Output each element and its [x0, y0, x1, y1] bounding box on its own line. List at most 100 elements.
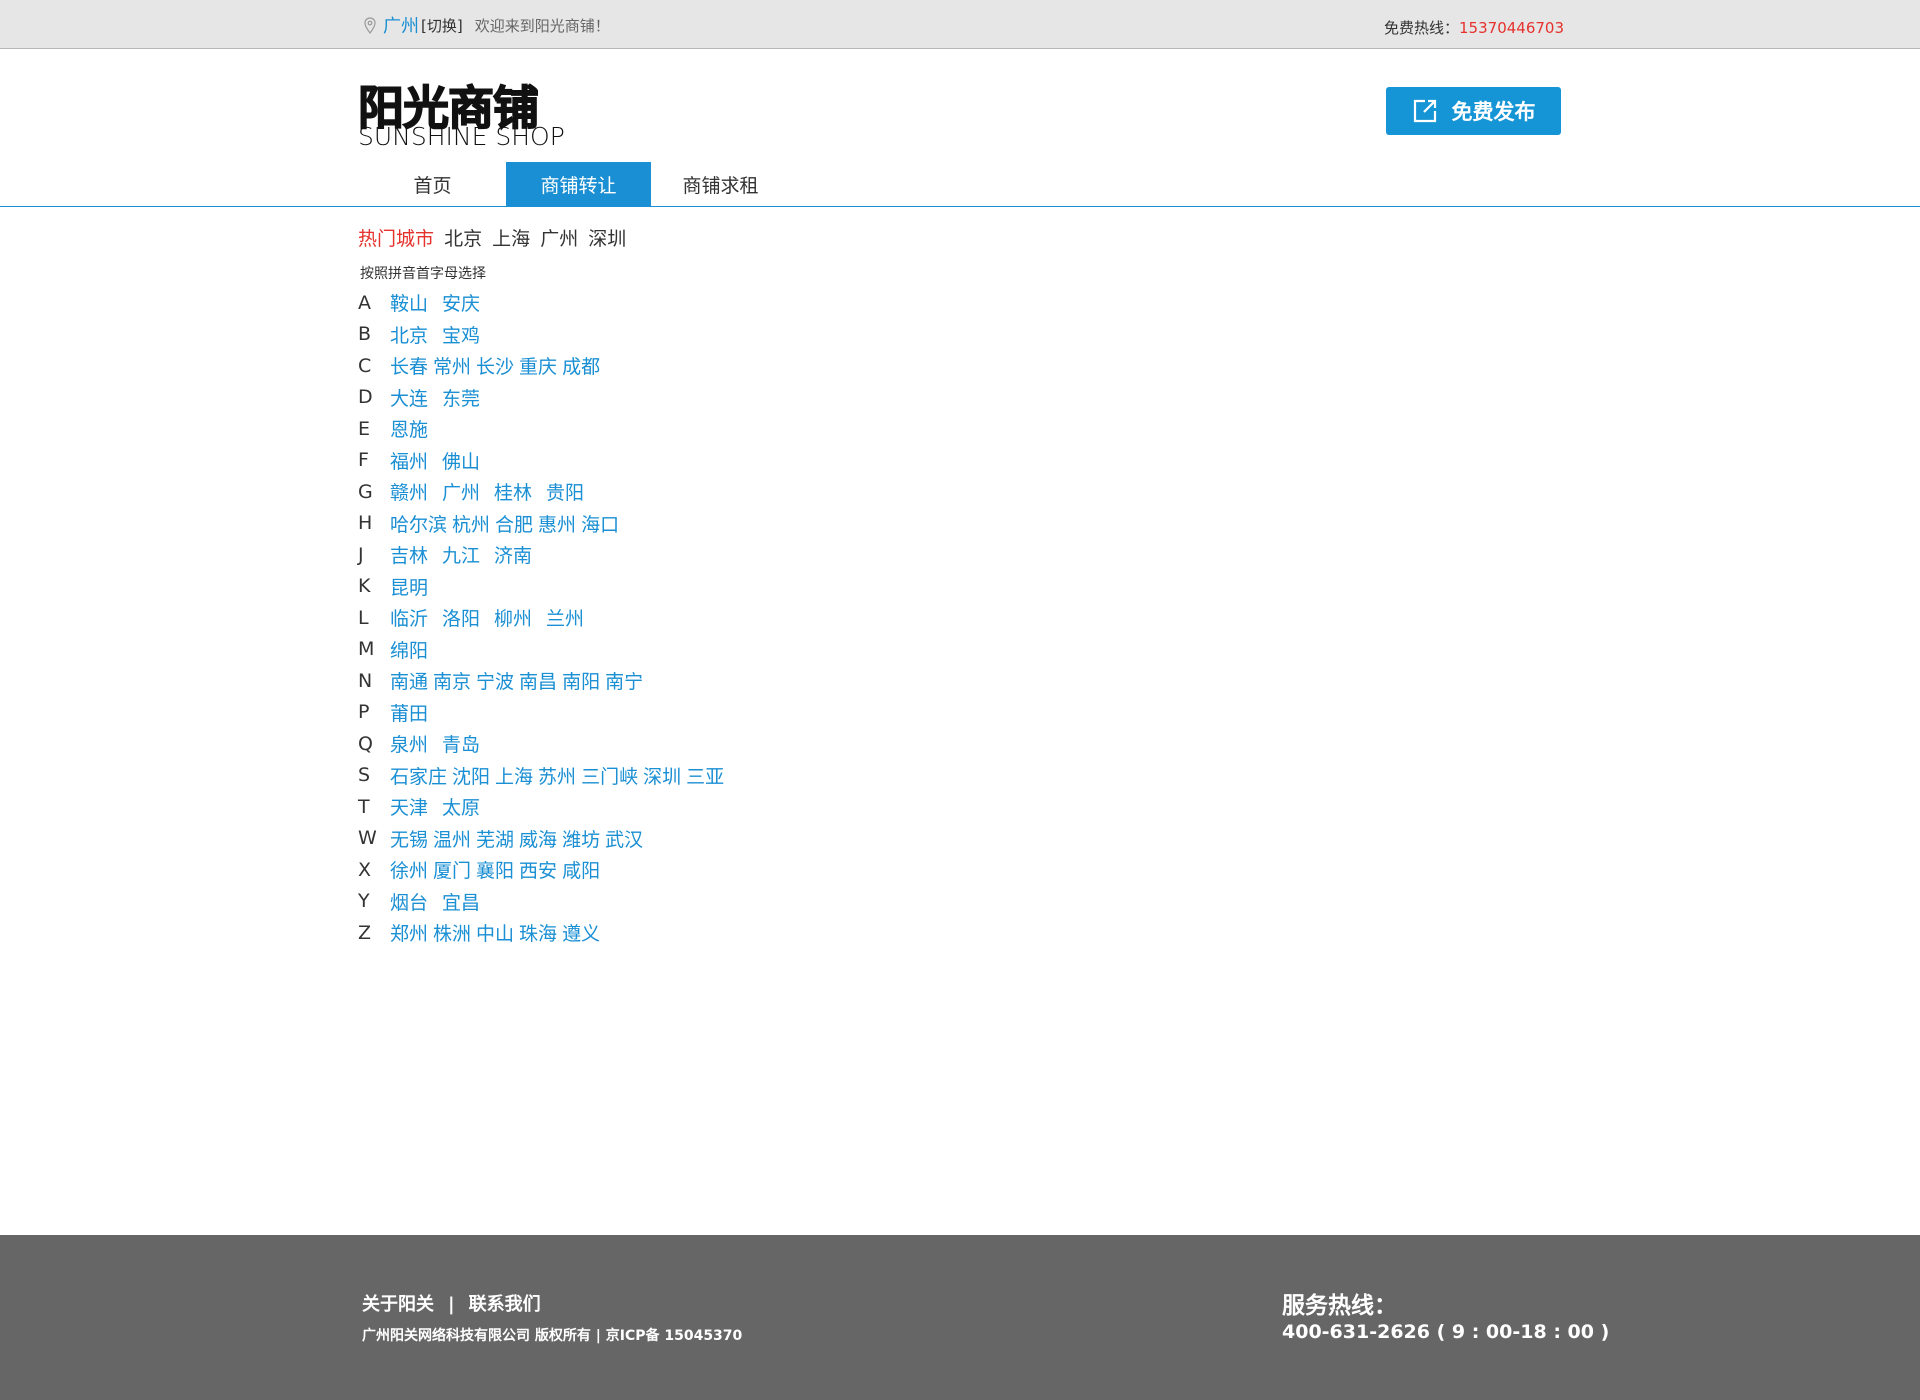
hot-city-link[interactable]: 上海 [492, 228, 530, 250]
city-link[interactable]: 天津 [390, 793, 428, 820]
letter-row: F 福州 佛山 [358, 445, 729, 477]
city-link[interactable]: 吉林 [390, 541, 428, 568]
city-link[interactable]: 宁波 [476, 667, 514, 694]
city-link[interactable]: 杭州 [452, 510, 490, 537]
city-link[interactable]: 西安 [519, 856, 557, 883]
city-link[interactable]: 南宁 [605, 667, 643, 694]
service-hotline-title: 服务热线： [1282, 1293, 1397, 1319]
city-link[interactable]: 烟台 [390, 888, 428, 915]
city-link[interactable]: 温州 [433, 825, 471, 852]
site-logo[interactable]: 阳光商铺 SUNSHINE SHOP [356, 72, 565, 152]
city-link[interactable]: 洛阳 [442, 604, 480, 631]
letter-row: N 南通 南京 宁波 南昌 南阳 南宁 [358, 665, 729, 697]
city-link[interactable]: 广州 [442, 478, 480, 505]
city-link[interactable]: 大连 [390, 384, 428, 411]
city-link[interactable]: 青岛 [442, 730, 480, 757]
city-link[interactable]: 无锡 [390, 825, 428, 852]
city-link[interactable]: 徐州 [390, 856, 428, 883]
city-link[interactable]: 福州 [390, 447, 428, 474]
top-bar: 广州 [切换] 欢迎来到阳光商铺！ 免费热线：15370446703 [0, 0, 1920, 49]
letter-row: Q 泉州 青岛 [358, 728, 729, 760]
hot-city-link[interactable]: 北京 [444, 228, 482, 250]
logo-english-text: SUNSHINE SHOP [358, 122, 565, 151]
city-link[interactable]: 襄阳 [476, 856, 514, 883]
city-link[interactable]: 三门峡 [581, 762, 638, 789]
city-link[interactable]: 南通 [390, 667, 428, 694]
city-link[interactable]: 桂林 [494, 478, 532, 505]
city-link[interactable]: 武汉 [605, 825, 643, 852]
hot-city-link[interactable]: 广州 [540, 228, 578, 250]
city-link[interactable]: 赣州 [390, 478, 428, 505]
city-link[interactable]: 昆明 [390, 573, 428, 600]
city-link[interactable]: 东莞 [442, 384, 480, 411]
letter-row: C 长春 常州 长沙 重庆 成都 [358, 350, 729, 382]
city-link[interactable]: 太原 [442, 793, 480, 820]
city-link[interactable]: 兰州 [546, 604, 584, 631]
city-link[interactable]: 珠海 [519, 919, 557, 946]
nav-shop-transfer[interactable]: 商铺转让 [506, 162, 651, 206]
contact-link[interactable]: 联系我们 [469, 1294, 541, 1315]
letter-label: W [358, 827, 377, 850]
current-city[interactable]: 广州 [383, 12, 419, 38]
city-link[interactable]: 哈尔滨 [390, 510, 447, 537]
letter-label: P [358, 701, 370, 724]
city-link[interactable]: 常州 [433, 352, 471, 379]
free-publish-button[interactable]: 免费发布 [1386, 87, 1561, 135]
city-link[interactable]: 沈阳 [452, 762, 490, 789]
letter-row: H 哈尔滨 杭州 合肥 惠州 海口 [358, 508, 729, 540]
city-link[interactable]: 济南 [494, 541, 532, 568]
letter-label: Q [358, 732, 373, 755]
city-link[interactable]: 柳州 [494, 604, 532, 631]
city-link[interactable]: 鞍山 [390, 289, 428, 316]
city-link[interactable]: 遵义 [562, 919, 600, 946]
city-link[interactable]: 苏州 [538, 762, 576, 789]
switch-city-link[interactable]: [切换] [421, 15, 463, 36]
letter-row: A 鞍山 安庆 [358, 287, 729, 319]
city-link[interactable]: 郑州 [390, 919, 428, 946]
city-link[interactable]: 海口 [581, 510, 619, 537]
city-link[interactable]: 重庆 [519, 352, 557, 379]
city-link[interactable]: 芜湖 [476, 825, 514, 852]
city-link[interactable]: 长沙 [476, 352, 514, 379]
nav-home[interactable]: 首页 [360, 162, 505, 206]
city-link[interactable]: 莆田 [390, 699, 428, 726]
city-link[interactable]: 南昌 [519, 667, 557, 694]
city-link[interactable]: 威海 [519, 825, 557, 852]
hotline-label: 免费热线： [1384, 19, 1460, 37]
hotline-number: 15370446703 [1459, 19, 1564, 37]
city-link[interactable]: 南京 [433, 667, 471, 694]
city-link[interactable]: 临沂 [390, 604, 428, 631]
city-link[interactable]: 上海 [495, 762, 533, 789]
city-link[interactable]: 长春 [390, 352, 428, 379]
city-link[interactable]: 宝鸡 [442, 321, 480, 348]
city-link[interactable]: 九江 [442, 541, 480, 568]
city-link[interactable]: 泉州 [390, 730, 428, 757]
about-link[interactable]: 关于阳关 [362, 1294, 434, 1315]
city-link[interactable]: 中山 [476, 919, 514, 946]
city-link[interactable]: 北京 [390, 321, 428, 348]
city-link[interactable]: 株洲 [433, 919, 471, 946]
city-link[interactable]: 宜昌 [442, 888, 480, 915]
nav-shop-rent[interactable]: 商铺求租 [648, 162, 793, 206]
footer: 关于阳关 | 联系我们 广州阳关网络科技有限公司 版权所有 | 京ICP备 1504… [0, 1235, 1920, 1400]
city-link[interactable]: 安庆 [442, 289, 480, 316]
letter-label: A [358, 291, 371, 314]
city-link[interactable]: 南阳 [562, 667, 600, 694]
city-link[interactable]: 深圳 [643, 762, 681, 789]
letter-row: D 大连 东莞 [358, 382, 729, 414]
city-link[interactable]: 惠州 [538, 510, 576, 537]
letter-label: T [358, 795, 370, 818]
city-link[interactable]: 成都 [562, 352, 600, 379]
city-link[interactable]: 合肥 [495, 510, 533, 537]
city-link[interactable]: 佛山 [442, 447, 480, 474]
footer-separator: | [448, 1294, 455, 1315]
city-link[interactable]: 石家庄 [390, 762, 447, 789]
city-link[interactable]: 贵阳 [546, 478, 584, 505]
city-link[interactable]: 潍坊 [562, 825, 600, 852]
city-link[interactable]: 咸阳 [562, 856, 600, 883]
city-link[interactable]: 恩施 [390, 415, 428, 442]
city-link[interactable]: 绵阳 [390, 636, 428, 663]
city-link[interactable]: 厦门 [433, 856, 471, 883]
hot-city-link[interactable]: 深圳 [588, 228, 626, 250]
city-link[interactable]: 三亚 [686, 762, 724, 789]
